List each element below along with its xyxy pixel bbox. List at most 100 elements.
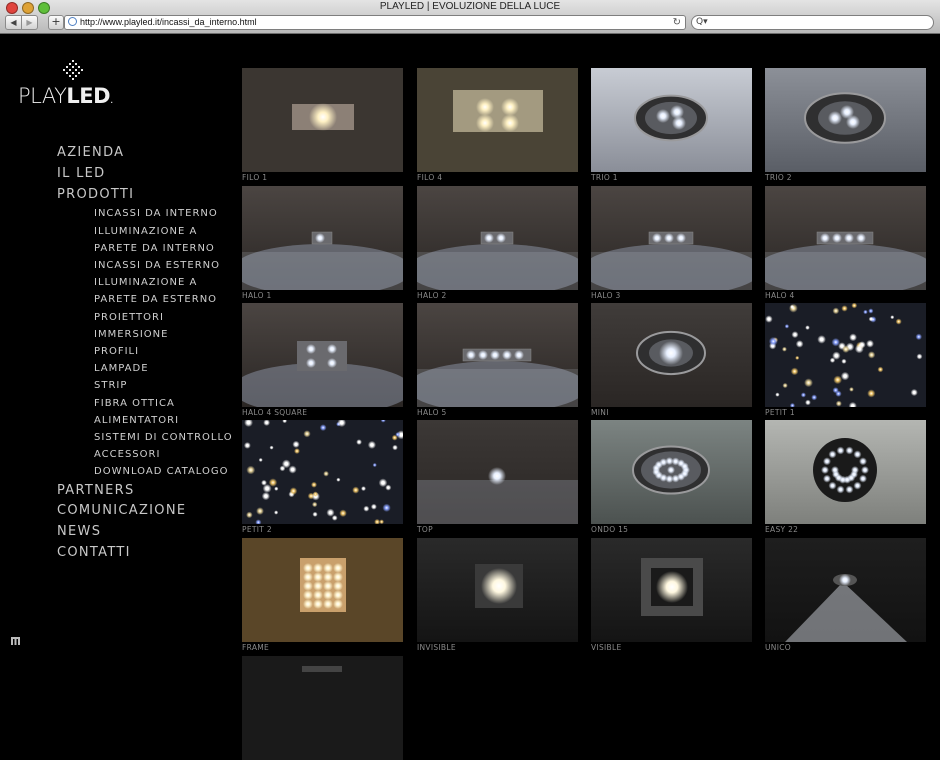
subnav-item-illuminazione-parete-esterno[interactable]: ILLUMINAZIONE A (94, 274, 233, 291)
product-name[interactable]: HALO 3 (591, 291, 752, 300)
subnav-item-incassi-da-interno[interactable]: INCASSI DA INTERNO (94, 205, 233, 222)
product-name[interactable]: TRIO 2 (765, 173, 926, 182)
product-name[interactable]: ONDO 15 (591, 525, 752, 534)
subnav-item-lampade[interactable]: LAMPADE (94, 360, 233, 377)
nav-item-prodotti[interactable]: PRODOTTI (57, 185, 233, 206)
product-tile[interactable]: INVISIBLE (417, 538, 578, 652)
product-thumbnail[interactable] (242, 303, 403, 407)
product-tile[interactable]: EASY 22 (765, 420, 926, 534)
product-thumbnail[interactable] (417, 186, 578, 290)
product-thumbnail[interactable] (591, 420, 752, 524)
product-tile[interactable]: TOP (417, 420, 578, 534)
product-tile[interactable]: HALO 4 SQUARE (242, 303, 403, 417)
subnav-item-illuminazione-parete-interno[interactable]: PARETE DA INTERNO (94, 240, 233, 257)
product-thumbnail[interactable] (242, 420, 403, 524)
subnav-item-alimentatori[interactable]: ALIMENTATORI (94, 412, 233, 429)
product-tile[interactable]: TRIO 2 (765, 68, 926, 182)
product-thumbnail[interactable] (242, 538, 403, 642)
product-thumbnail[interactable] (417, 538, 578, 642)
product-name[interactable]: EASY 22 (765, 525, 926, 534)
product-name[interactable]: HALO 4 SQUARE (242, 408, 403, 417)
subnav-item-profili[interactable]: PROFILI (94, 343, 233, 360)
subnav-item-accessori[interactable]: ACCESSORI (94, 446, 233, 463)
product-thumbnail[interactable] (417, 68, 578, 172)
product-tile[interactable]: HALO 1 (242, 186, 403, 300)
product-thumbnail[interactable] (765, 68, 926, 172)
product-tile[interactable]: HALO 2 (417, 186, 578, 300)
product-name[interactable]: TOP (417, 525, 578, 534)
product-image (417, 68, 578, 172)
subnav-item-illuminazione-parete-interno[interactable]: ILLUMINAZIONE A (94, 223, 233, 240)
product-tile[interactable]: PETIT 2 (242, 420, 403, 534)
product-name[interactable]: HALO 4 (765, 291, 926, 300)
product-name[interactable]: UNICO (765, 643, 926, 652)
product-image (765, 303, 926, 407)
product-tile[interactable]: PETIT 1 (765, 303, 926, 417)
product-thumbnail[interactable] (765, 420, 926, 524)
product-tile[interactable]: HALO 3 (591, 186, 752, 300)
product-name[interactable]: FILO 4 (417, 173, 578, 182)
product-name[interactable]: TRIO 1 (591, 173, 752, 182)
product-tile[interactable]: MINI (591, 303, 752, 417)
product-thumbnail[interactable] (765, 303, 926, 407)
product-name[interactable]: VISIBLE (591, 643, 752, 652)
product-name[interactable]: HALO 5 (417, 408, 578, 417)
nav-item-comunicazione[interactable]: COMUNICAZIONE (57, 501, 233, 522)
product-name[interactable]: MINI (591, 408, 752, 417)
subnav-item-strip[interactable]: STRIP (94, 377, 233, 394)
credits-icon[interactable] (11, 636, 20, 645)
address-bar[interactable]: http://www.playled.it/incassi_da_interno… (64, 15, 686, 30)
product-image (591, 186, 752, 290)
subnav-item-illuminazione-parete-esterno[interactable]: PARETE DA ESTERNO (94, 291, 233, 308)
product-thumbnail[interactable] (242, 656, 403, 760)
product-tile[interactable]: HALO 4 (765, 186, 926, 300)
product-thumbnail[interactable] (417, 303, 578, 407)
product-tile[interactable]: FILO 1 (242, 68, 403, 182)
subnav-item-immersione[interactable]: IMMERSIONE (94, 326, 233, 343)
site-logo[interactable]: PLAYLED. (18, 60, 130, 113)
nav-item-partners[interactable]: PARTNERS (57, 481, 233, 502)
subnav-item-incassi-da-esterno[interactable]: INCASSI DA ESTERNO (94, 257, 233, 274)
product-tile[interactable]: HALO 5 (417, 303, 578, 417)
product-thumbnail[interactable] (591, 68, 752, 172)
main-navigation: AZIENDA IL LED PRODOTTI INCASSI DA INTER… (57, 143, 233, 564)
product-name[interactable]: HALO 2 (417, 291, 578, 300)
forward-button[interactable]: ▶ (22, 15, 38, 30)
subnav-item-proiettori[interactable]: PROIETTORI (94, 309, 233, 326)
product-name[interactable]: HALO 1 (242, 291, 403, 300)
product-tile[interactable]: VISIBLE (591, 538, 752, 652)
product-name[interactable]: FRAME (242, 643, 403, 652)
product-thumbnail[interactable] (591, 538, 752, 642)
product-thumbnail[interactable] (242, 186, 403, 290)
subnav-item-fibra-ottica[interactable]: FIBRA OTTICA (94, 395, 233, 412)
product-tile[interactable]: FILO 4 (417, 68, 578, 182)
reload-icon[interactable]: ↻ (673, 16, 681, 29)
product-thumbnail[interactable] (765, 538, 926, 642)
search-field[interactable]: Q▾ (691, 15, 934, 30)
subnav-item-sistemi-di-controllo[interactable]: SISTEMI DI CONTROLLO (94, 429, 233, 446)
product-thumbnail[interactable] (591, 303, 752, 407)
product-tile[interactable]: ONDO 15 (591, 420, 752, 534)
products-submenu: INCASSI DA INTERNO ILLUMINAZIONE A PARET… (57, 205, 233, 480)
product-name[interactable]: INVISIBLE (417, 643, 578, 652)
product-tile[interactable]: TRIO 1 (591, 68, 752, 182)
logo-wordmark: PLAYLED. (18, 84, 113, 108)
product-name[interactable]: PETIT 2 (242, 525, 403, 534)
back-button[interactable]: ◀ (5, 15, 22, 30)
product-name[interactable]: PETIT 1 (765, 408, 926, 417)
nav-item-news[interactable]: NEWS (57, 522, 233, 543)
nav-item-azienda[interactable]: AZIENDA (57, 143, 233, 164)
product-thumbnail[interactable] (417, 420, 578, 524)
add-bookmark-button[interactable]: + (48, 15, 64, 30)
nav-item-il-led[interactable]: IL LED (57, 164, 233, 185)
product-image (765, 186, 926, 290)
product-tile[interactable]: FRAME (242, 538, 403, 652)
product-name[interactable]: FILO 1 (242, 173, 403, 182)
product-tile[interactable] (242, 656, 403, 760)
product-thumbnail[interactable] (591, 186, 752, 290)
product-tile[interactable]: UNICO (765, 538, 926, 652)
product-thumbnail[interactable] (765, 186, 926, 290)
subnav-item-download-catalogo[interactable]: DOWNLOAD CATALOGO (94, 463, 233, 480)
product-thumbnail[interactable] (242, 68, 403, 172)
nav-item-contatti[interactable]: CONTATTI (57, 543, 233, 564)
